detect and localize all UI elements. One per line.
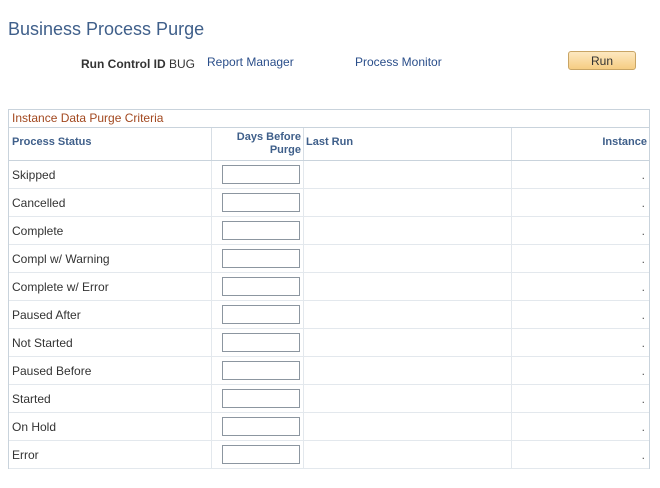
table-row: Started.: [9, 385, 649, 413]
days-before-purge-cell: [211, 189, 303, 216]
instance-cell: .: [511, 329, 649, 356]
days-before-purge-cell: [211, 385, 303, 412]
last-run-cell: [303, 413, 511, 440]
process-status-cell: Paused Before: [12, 364, 92, 378]
last-run-cell: [303, 301, 511, 328]
instance-cell: .: [511, 245, 649, 272]
days-before-purge-cell: [211, 413, 303, 440]
table-row: Complete w/ Error.: [9, 273, 649, 301]
run-button[interactable]: Run: [568, 51, 636, 70]
instance-cell: .: [511, 189, 649, 216]
last-run-cell: [303, 329, 511, 356]
days-before-purge-cell: [211, 357, 303, 384]
table-row: Compl w/ Warning.: [9, 245, 649, 273]
days-before-purge-input[interactable]: [222, 193, 300, 212]
process-status-cell: Paused After: [12, 308, 81, 322]
instance-cell: .: [511, 273, 649, 300]
last-run-cell: [303, 357, 511, 384]
process-monitor-link[interactable]: Process Monitor: [355, 55, 442, 69]
table-row: On Hold.: [9, 413, 649, 441]
page-title: Business Process Purge: [8, 19, 205, 40]
process-status-cell: Compl w/ Warning: [12, 252, 110, 266]
process-status-cell: Not Started: [12, 336, 73, 350]
process-status-cell: Complete: [12, 224, 64, 238]
days-before-purge-cell: [211, 245, 303, 272]
days-before-purge-input[interactable]: [222, 417, 300, 436]
instance-cell: .: [511, 413, 649, 440]
table-row: Error.: [9, 441, 649, 469]
last-run-cell: [303, 273, 511, 300]
last-run-cell: [303, 217, 511, 244]
instance-cell: .: [511, 441, 649, 468]
days-before-purge-input[interactable]: [222, 305, 300, 324]
days-before-purge-input[interactable]: [222, 277, 300, 296]
days-before-purge-input[interactable]: [222, 361, 300, 380]
days-before-purge-cell: [211, 217, 303, 244]
days-before-purge-cell: [211, 329, 303, 356]
run-control-value: BUG: [169, 57, 196, 71]
process-status-cell: Started: [12, 392, 51, 406]
days-before-purge-input[interactable]: [222, 249, 300, 268]
process-status-cell: Error: [12, 448, 39, 462]
days-before-purge-cell: [211, 441, 303, 468]
instance-cell: .: [511, 161, 649, 188]
header-last-run: Last Run: [303, 128, 511, 160]
instance-cell: .: [511, 357, 649, 384]
header-days-before-purge: Days Before Purge: [211, 128, 303, 160]
grid-body: Skipped. Cancelled. Complete. Compl w/ Warn…: [9, 161, 649, 469]
process-status-cell: Skipped: [12, 168, 56, 182]
table-row: Cancelled.: [9, 189, 649, 217]
table-row: Paused Before.: [9, 357, 649, 385]
purge-criteria-grid: Instance Data Purge Criteria Process Sta…: [8, 109, 650, 469]
grid-caption: Instance Data Purge Criteria: [9, 110, 649, 128]
header-instance: Instance: [511, 128, 649, 160]
instance-cell: .: [511, 385, 649, 412]
process-status-cell: Cancelled: [12, 196, 66, 210]
process-status-cell: Complete w/ Error: [12, 280, 109, 294]
table-row: Not Started.: [9, 329, 649, 357]
days-before-purge-input[interactable]: [222, 333, 300, 352]
days-before-purge-cell: [211, 161, 303, 188]
instance-cell: .: [511, 301, 649, 328]
days-before-purge-cell: [211, 301, 303, 328]
table-row: Paused After.: [9, 301, 649, 329]
last-run-cell: [303, 161, 511, 188]
instance-cell: .: [511, 217, 649, 244]
report-manager-link[interactable]: Report Manager: [207, 55, 294, 69]
days-before-purge-input[interactable]: [222, 389, 300, 408]
last-run-cell: [303, 245, 511, 272]
last-run-cell: [303, 441, 511, 468]
days-before-purge-input[interactable]: [222, 165, 300, 184]
run-control-label: Run Control ID: [81, 57, 166, 71]
last-run-cell: [303, 189, 511, 216]
grid-header: Process Status Days Before Purge Last Ru…: [9, 128, 649, 161]
header-process-status: Process Status: [12, 136, 92, 148]
table-row: Complete.: [9, 217, 649, 245]
last-run-cell: [303, 385, 511, 412]
days-before-purge-input[interactable]: [222, 221, 300, 240]
days-before-purge-input[interactable]: [222, 445, 300, 464]
table-row: Skipped.: [9, 161, 649, 189]
process-status-cell: On Hold: [12, 420, 57, 434]
days-before-purge-cell: [211, 273, 303, 300]
